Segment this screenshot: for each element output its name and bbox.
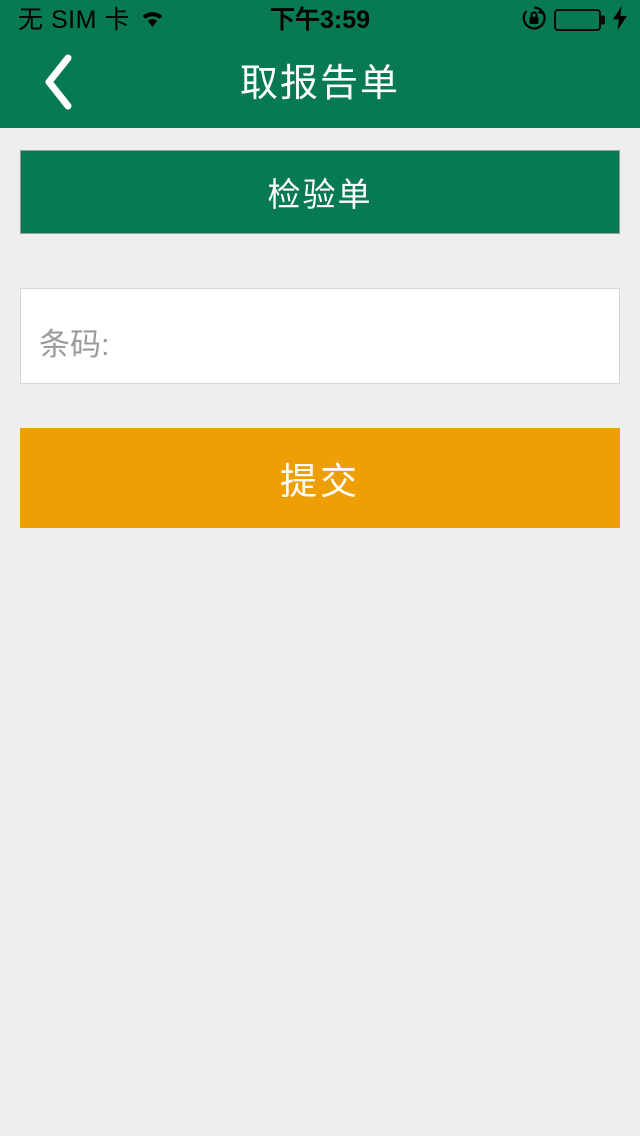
status-bar: 无 SIM 卡 下午3:59 [0, 0, 640, 40]
submit-button[interactable]: 提交 [20, 428, 620, 528]
lightning-bolt-icon [612, 5, 628, 35]
status-bar-right [521, 5, 628, 36]
navigation-bar: 取报告单 [0, 40, 640, 128]
barcode-input[interactable] [20, 288, 620, 384]
battery-icon [554, 9, 601, 31]
page-title: 取报告单 [239, 63, 400, 105]
main-content: 检验单 提交 [0, 128, 640, 1136]
tab-inspection-sheet[interactable]: 检验单 [20, 150, 620, 234]
app-screen: 无 SIM 卡 下午3:59 取报告单 检验单 条码: 提交 [0, 0, 640, 1136]
rotation-lock-icon [521, 5, 547, 36]
